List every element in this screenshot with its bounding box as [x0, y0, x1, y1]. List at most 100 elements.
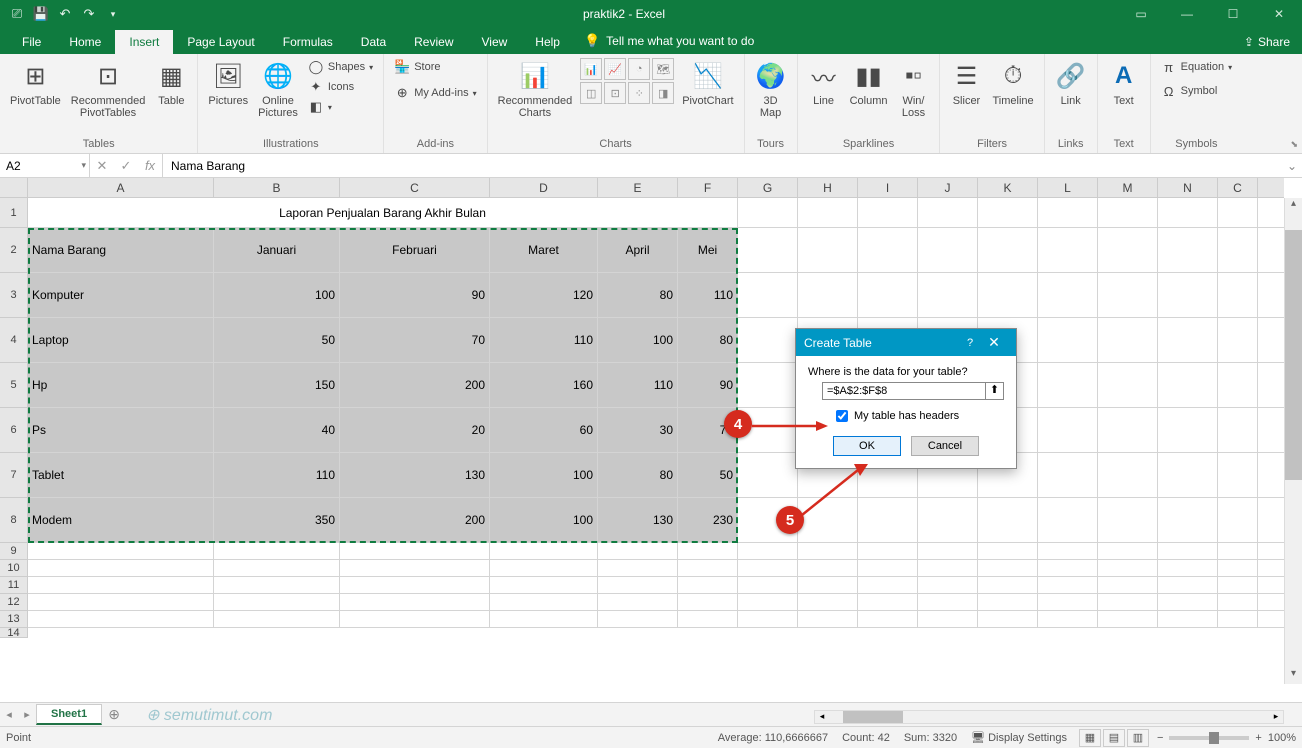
row-header[interactable]: 8: [0, 498, 28, 543]
col-header-h[interactable]: H: [798, 178, 858, 197]
col-header-c[interactable]: C: [340, 178, 490, 197]
qat-customize-icon[interactable]: ▾: [102, 3, 124, 25]
scroll-left-icon[interactable]: ◂: [815, 711, 829, 723]
col-header-l[interactable]: L: [1038, 178, 1098, 197]
more-illus-button[interactable]: ◧▾: [306, 98, 375, 116]
row-header[interactable]: 9: [0, 543, 28, 560]
sparkline-winloss-button[interactable]: ▪▫Win/ Loss: [895, 58, 931, 121]
col-header-i[interactable]: I: [858, 178, 918, 197]
text-button[interactable]: AText: [1106, 58, 1142, 109]
minimize-icon[interactable]: —: [1164, 0, 1210, 28]
redo-icon[interactable]: ↷: [78, 3, 100, 25]
col-header-b[interactable]: B: [214, 178, 340, 197]
headers-checkbox[interactable]: [836, 410, 848, 422]
combo-chart-icon[interactable]: ◨: [652, 82, 674, 104]
row-header[interactable]: 1: [0, 198, 28, 228]
expand-formula-bar-icon[interactable]: ⌄: [1282, 154, 1302, 177]
range-picker-icon[interactable]: ⬆: [985, 383, 1003, 399]
stat-chart-icon[interactable]: ⊡: [604, 82, 626, 104]
sheet-nav-next-icon[interactable]: ▸: [18, 708, 36, 721]
slicer-button[interactable]: ☰Slicer: [948, 58, 984, 109]
map-chart-icon[interactable]: 🗺: [652, 58, 674, 80]
normal-view-icon[interactable]: ▦: [1079, 729, 1101, 747]
row-header[interactable]: 7: [0, 453, 28, 498]
close-icon[interactable]: ✕: [1256, 0, 1302, 28]
my-addins-button[interactable]: ⊕My Add-ins▾: [392, 84, 478, 102]
col-header-g[interactable]: G: [738, 178, 798, 197]
col-header-j[interactable]: J: [918, 178, 978, 197]
store-button[interactable]: 🏪Store: [392, 58, 478, 76]
row-header[interactable]: 14: [0, 628, 28, 638]
pictures-button[interactable]: 🖼Pictures: [206, 58, 250, 109]
scroll-down-icon[interactable]: ▾: [1285, 668, 1302, 684]
col-header-a[interactable]: A: [28, 178, 214, 197]
row-header[interactable]: 2: [0, 228, 28, 273]
tab-home[interactable]: Home: [55, 30, 115, 54]
headers-checkbox-wrapper[interactable]: My table has headers: [836, 410, 1004, 422]
row-header[interactable]: 5: [0, 363, 28, 408]
sparkline-line-button[interactable]: 〰Line: [806, 58, 842, 109]
row-header[interactable]: 6: [0, 408, 28, 453]
3dmap-button[interactable]: 🌍3D Map: [753, 58, 789, 121]
maximize-icon[interactable]: ☐: [1210, 0, 1256, 28]
recommended-charts-button[interactable]: 📊Recommended Charts: [496, 58, 575, 121]
sheet-tab-active[interactable]: Sheet1: [36, 704, 102, 725]
zoom-level[interactable]: 100%: [1268, 732, 1296, 744]
formula-input[interactable]: Nama Barang: [163, 154, 1282, 177]
scatter-chart-icon[interactable]: ⁘: [628, 82, 650, 104]
tab-help[interactable]: Help: [521, 30, 574, 54]
zoom-in-icon[interactable]: +: [1255, 732, 1261, 744]
page-layout-view-icon[interactable]: ▤: [1103, 729, 1125, 747]
display-settings-button[interactable]: 🖥 Display Settings: [971, 731, 1067, 744]
tab-file[interactable]: File: [8, 30, 55, 54]
close-icon[interactable]: ✕: [980, 334, 1008, 351]
table-header-cell[interactable]: Mei: [678, 228, 738, 272]
recommended-pivottables-button[interactable]: ⊡Recommended PivotTables: [69, 58, 148, 121]
row-header[interactable]: 4: [0, 318, 28, 363]
scroll-thumb[interactable]: [843, 711, 903, 723]
help-icon[interactable]: ?: [960, 337, 980, 349]
select-all-button[interactable]: [0, 178, 28, 197]
tab-pagelayout[interactable]: Page Layout: [173, 30, 268, 54]
save-icon[interactable]: 💾: [30, 3, 52, 25]
col-header-e[interactable]: E: [598, 178, 678, 197]
scroll-up-icon[interactable]: ▴: [1285, 198, 1302, 214]
zoom-slider[interactable]: [1169, 736, 1249, 740]
table-header-cell[interactable]: Januari: [214, 228, 340, 272]
equation-button[interactable]: πEquation▾: [1159, 58, 1234, 76]
table-button[interactable]: ▦Table: [153, 58, 189, 109]
scroll-thumb[interactable]: [1285, 230, 1302, 480]
ok-button[interactable]: OK: [833, 436, 901, 456]
fx-icon[interactable]: fx: [138, 158, 162, 173]
tab-review[interactable]: Review: [400, 30, 467, 54]
tab-view[interactable]: View: [468, 30, 522, 54]
page-break-view-icon[interactable]: ▥: [1127, 729, 1149, 747]
line-chart-icon[interactable]: 📈: [604, 58, 626, 80]
row-header[interactable]: 11: [0, 577, 28, 594]
tab-insert[interactable]: Insert: [115, 30, 173, 54]
report-title-cell[interactable]: Laporan Penjualan Barang Akhir Bulan: [28, 198, 738, 227]
table-header-cell[interactable]: Nama Barang: [28, 228, 214, 272]
shapes-button[interactable]: ◯Shapes▾: [306, 58, 375, 76]
table-header-cell[interactable]: Maret: [490, 228, 598, 272]
col-header-f[interactable]: F: [678, 178, 738, 197]
cancel-formula-icon[interactable]: ✕: [90, 158, 114, 174]
charts-dialog-launcher-icon[interactable]: ⬊: [1290, 139, 1298, 150]
row-header[interactable]: 13: [0, 611, 28, 628]
col-header-m[interactable]: M: [1098, 178, 1158, 197]
name-box[interactable]: A2▾: [0, 154, 90, 177]
cells-area[interactable]: Laporan Penjualan Barang Akhir Bulan Nam…: [28, 198, 1284, 684]
col-header-o[interactable]: C: [1218, 178, 1258, 197]
autosave-icon[interactable]: ⎚: [6, 3, 28, 25]
col-header-k[interactable]: K: [978, 178, 1038, 197]
pivotchart-button[interactable]: 📉PivotChart: [680, 58, 735, 109]
tab-formulas[interactable]: Formulas: [269, 30, 347, 54]
row-header[interactable]: 12: [0, 594, 28, 611]
table-header-cell[interactable]: Februari: [340, 228, 490, 272]
vertical-scrollbar[interactable]: ▴ ▾: [1284, 198, 1302, 684]
link-button[interactable]: 🔗Link: [1053, 58, 1089, 109]
zoom-out-icon[interactable]: −: [1157, 732, 1163, 744]
tell-me-search[interactable]: 💡 Tell me what you want to do: [574, 28, 764, 54]
range-input[interactable]: [823, 383, 985, 399]
online-pictures-button[interactable]: 🌐Online Pictures: [256, 58, 300, 121]
